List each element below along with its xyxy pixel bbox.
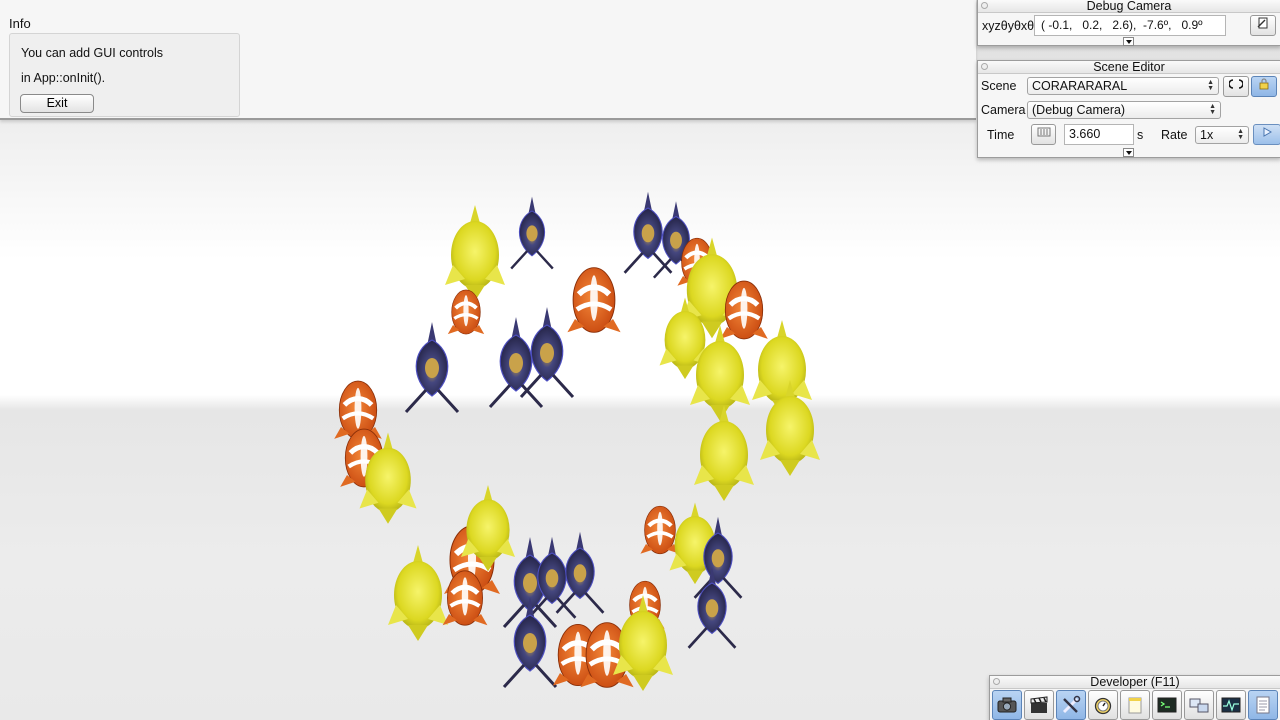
- close-icon[interactable]: [981, 63, 988, 70]
- reload-icon: [1228, 79, 1244, 89]
- notepad-icon: [1128, 697, 1142, 714]
- time-unit: s: [1137, 128, 1144, 142]
- scene-editor-title[interactable]: Scene Editor: [978, 61, 1280, 74]
- play-button[interactable]: [1253, 124, 1280, 145]
- updown-arrows-icon: ▲ ▼: [1207, 79, 1214, 92]
- blue-fish: [502, 597, 558, 689]
- time-reset-button[interactable]: [1031, 124, 1056, 145]
- developer-tools-button[interactable]: [1056, 690, 1086, 720]
- windows-button[interactable]: [1184, 690, 1214, 720]
- yellow-tang-fish: [694, 405, 754, 501]
- clipboard-copy-icon: [1257, 17, 1268, 29]
- scene-label: Scene: [981, 79, 1017, 93]
- lock-scene-button[interactable]: [1251, 76, 1277, 97]
- camera-label: Camera: [981, 103, 1026, 117]
- close-icon[interactable]: [981, 2, 988, 9]
- close-icon[interactable]: [993, 678, 1000, 685]
- info-text-line-2: in App::onInit().: [21, 71, 106, 85]
- camera-select-value: (Debug Camera): [1032, 103, 1126, 117]
- log-button[interactable]: [1248, 690, 1278, 720]
- developer-title[interactable]: Developer (F11): [990, 676, 1280, 689]
- chevron-down-icon[interactable]: [1123, 148, 1134, 157]
- clownfish: [640, 505, 680, 555]
- fish-group: [334, 191, 820, 691]
- time-field[interactable]: 3.660: [1064, 124, 1134, 145]
- debug-camera-title[interactable]: Debug Camera: [978, 0, 1280, 13]
- developer-window: Developer (F11): [989, 675, 1280, 720]
- camera-icon: [997, 697, 1017, 713]
- stopwatch-icon: [1094, 697, 1112, 715]
- reload-scene-button[interactable]: [1223, 76, 1249, 97]
- debug-camera-window: Debug Camera xyzθyθxθz ( -0.1, 0.2, 2.6)…: [977, 0, 1280, 46]
- graphs-button[interactable]: [1216, 690, 1246, 720]
- rate-label: Rate: [1161, 128, 1188, 142]
- play-icon: [1263, 127, 1273, 137]
- yellow-tang-fish: [445, 205, 505, 301]
- info-pane: You can add GUI controls in App::onInit(…: [9, 33, 240, 117]
- scene-select[interactable]: CORARARARAL ▲ ▼: [1027, 77, 1219, 95]
- scene-editor-window: Scene Editor Scene CORARARARAL ▲ ▼ Camera…: [977, 60, 1280, 158]
- info-window-title: Info: [9, 16, 31, 31]
- profiler-icon: [1221, 697, 1241, 713]
- rate-select-value: 1x: [1200, 128, 1214, 142]
- profiler-timer-button[interactable]: [1088, 690, 1118, 720]
- scene-select-value: CORARARARAL: [1032, 79, 1128, 93]
- movie-button[interactable]: [1024, 690, 1054, 720]
- blue-fish: [404, 322, 460, 414]
- exit-button[interactable]: Exit: [20, 94, 94, 113]
- camera-coordinates-label: xyzθyθxθz: [982, 19, 1041, 33]
- lock-icon: [1259, 78, 1269, 90]
- scene-notes-button[interactable]: [1120, 690, 1150, 720]
- rate-select[interactable]: 1x ▲ ▼: [1195, 126, 1249, 144]
- tools-icon: [1062, 695, 1081, 714]
- camera-select[interactable]: (Debug Camera) ▲ ▼: [1027, 101, 1221, 119]
- console-button[interactable]: [1152, 690, 1182, 720]
- scene-windows-icon: [1189, 698, 1209, 713]
- chevron-down-icon[interactable]: [1123, 37, 1134, 46]
- document-icon: [1256, 696, 1270, 714]
- yellow-tang-fish: [388, 545, 448, 641]
- screenshot-button[interactable]: [992, 690, 1022, 720]
- time-label: Time: [987, 128, 1015, 142]
- copy-camera-button[interactable]: [1250, 15, 1276, 36]
- updown-arrows-icon: ▲ ▼: [1209, 103, 1216, 116]
- camera-coordinates-field[interactable]: ( -0.1, 0.2, 2.6), -7.6º, 0.9º: [1034, 15, 1226, 36]
- clownfish: [567, 267, 621, 333]
- clownfish: [447, 289, 485, 335]
- console-icon: [1157, 697, 1177, 713]
- clapperboard-icon: [1030, 696, 1048, 713]
- info-text-line-1: You can add GUI controls: [21, 46, 163, 60]
- updown-arrows-icon: ▲ ▼: [1237, 128, 1244, 141]
- film-reset-icon: [1037, 127, 1050, 137]
- info-window: Info You can add GUI controls in App::on…: [0, 0, 976, 120]
- blue-fish: [510, 196, 554, 270]
